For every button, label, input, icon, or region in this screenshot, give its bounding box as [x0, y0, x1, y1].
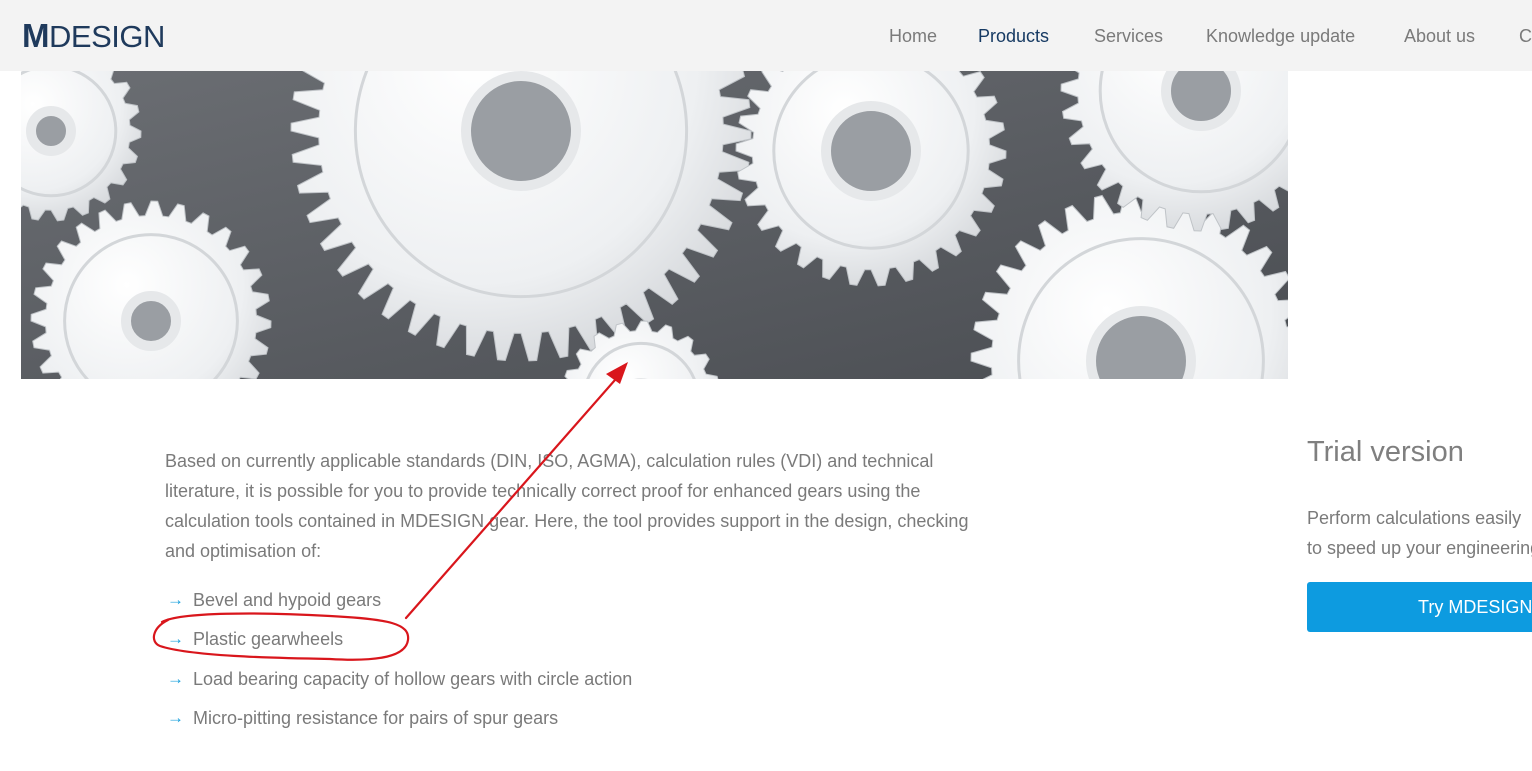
- arrow-right-icon: →: [167, 708, 184, 727]
- arrow-right-icon: →: [167, 590, 184, 609]
- nav-home[interactable]: Home: [889, 24, 937, 48]
- trial-heading: Trial version: [1307, 436, 1464, 468]
- feature-list: → Bevel and hypoid gears → Plastic gearwhe…: [165, 585, 632, 733]
- list-item-hollow: → Load bearing capacity of hollow gears w…: [165, 664, 632, 694]
- list-item-micropitting: → Micro-pitting resistance for pairs of s…: [165, 703, 632, 733]
- list-item-bevel: → Bevel and hypoid gears: [165, 585, 632, 615]
- nav-contact-truncated[interactable]: C: [1519, 24, 1532, 48]
- nav-services[interactable]: Services: [1094, 24, 1163, 48]
- try-mdesign-button[interactable]: Try MDESIGN: [1307, 582, 1532, 632]
- trial-text-line-1: Perform calculations easily: [1307, 508, 1522, 528]
- list-item-label: Bevel and hypoid gears: [193, 590, 382, 610]
- try-button-label: Try MDESIGN: [1418, 597, 1532, 617]
- list-item-label: Plastic gearwheels: [193, 629, 344, 649]
- list-item-label: Load bearing capacity of hollow gears wi…: [193, 669, 633, 689]
- main-nav: Home Products Services Knowledge update …: [0, 24, 1532, 48]
- nav-products[interactable]: Products: [978, 24, 1049, 48]
- list-item-label: Micro-pitting resistance for pairs of sp…: [193, 708, 559, 728]
- hero-gears-image: [21, 71, 1288, 379]
- site-header: MDESIGN Home Products Services Knowledge…: [0, 0, 1532, 71]
- nav-knowledge-update[interactable]: Knowledge update: [1206, 24, 1355, 48]
- trial-description: Perform calculations easily to speed up …: [1307, 503, 1532, 563]
- intro-paragraph: Based on currently applicable standards …: [165, 451, 969, 561]
- arrow-right-icon: →: [167, 669, 184, 688]
- trial-text-line-2: to speed up your engineering: [1307, 538, 1532, 558]
- arrow-right-icon: →: [167, 629, 184, 648]
- list-item-plastic: → Plastic gearwheels: [165, 624, 632, 654]
- nav-about-us[interactable]: About us: [1404, 24, 1475, 48]
